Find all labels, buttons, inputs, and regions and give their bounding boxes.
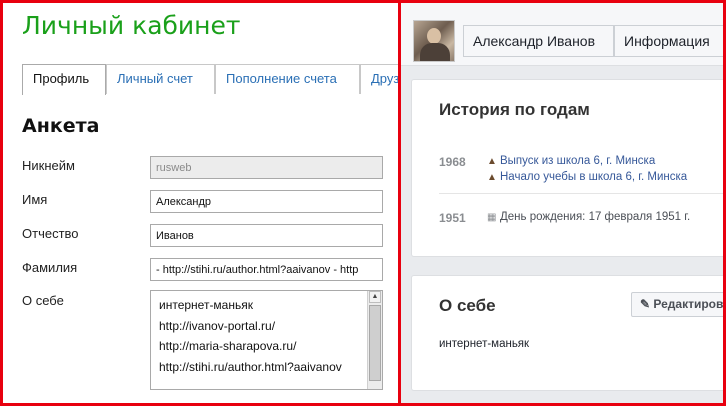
history-event-link[interactable]: ▲ Начало учебы в школа 6, г. Минска <box>487 171 687 183</box>
info-button[interactable]: Информация <box>614 25 723 57</box>
last-name-field[interactable] <box>150 258 383 281</box>
year-label: 1968 <box>439 155 466 169</box>
edit-button[interactable]: ✎ Редактиров <box>631 292 724 317</box>
about-scrollbar[interactable]: ▲ <box>367 291 382 389</box>
history-title: История по годам <box>439 100 590 119</box>
event-text: Выпуск из школа 6, г. Минска <box>500 155 656 167</box>
nickname-field[interactable] <box>150 156 383 179</box>
history-event-link[interactable]: ▲ Выпуск из школа 6, г. Минска <box>487 155 655 167</box>
about-line: интернет-маньяк <box>159 298 253 312</box>
patronymic-field[interactable] <box>150 224 383 247</box>
profile-name-button[interactable]: Александр Иванов <box>463 25 614 57</box>
profile-cabinet-panel: Личный кабинет Профиль Личный счет Попол… <box>0 0 401 406</box>
graduation-cap-icon: ▲ <box>487 172 497 183</box>
history-event: ▦ День рождения: 17 февраля 1951 г. <box>487 211 690 223</box>
first-name-field[interactable] <box>150 190 383 213</box>
about-textarea[interactable]: интернет-маньяк http://ivanov-portal.ru/… <box>150 290 383 390</box>
avatar[interactable] <box>413 20 455 62</box>
about-line: http://stihi.ru/author.html?aaivanov <box>159 359 342 374</box>
avatar-body <box>420 43 450 61</box>
avatar-face <box>427 28 441 44</box>
profile-header: Александр Иванов Информация <box>401 3 723 66</box>
social-profile-panel: Александр Иванов Информация История по г… <box>398 0 726 406</box>
pencil-icon: ✎ <box>640 297 651 311</box>
last-name-label: Фамилия <box>22 260 78 275</box>
graduation-cap-icon: ▲ <box>487 156 497 167</box>
profile-tabs: Профиль Личный счет Пополнение счета Дру… <box>22 64 398 95</box>
about-text: интернет-маньяк <box>439 338 530 350</box>
page-title: Личный кабинет <box>22 11 241 40</box>
nickname-label: Никнейм <box>22 158 75 173</box>
about-line: http://ivanov-portal.ru/ <box>159 318 276 333</box>
section-title: Анкета <box>22 115 100 137</box>
about-label: О себе <box>22 293 64 308</box>
history-card: История по годам 1968 ▲ Выпуск из школа 6… <box>411 79 723 257</box>
about-textarea-content: интернет-маньяк http://ivanov-portal.ru/… <box>159 295 362 377</box>
tab-personal-account[interactable]: Личный счет <box>106 64 215 94</box>
scroll-up-arrow-icon[interactable]: ▲ <box>369 291 381 303</box>
tab-top-up-account[interactable]: Пополнение счета <box>215 64 360 94</box>
patronymic-label: Отчество <box>22 226 79 241</box>
edit-button-label: Редактиров <box>653 297 724 311</box>
tab-friends[interactable]: Друз <box>360 64 398 94</box>
about-card: О себе ✎ Редактиров интернет-маньяк <box>411 275 724 391</box>
tab-profile[interactable]: Профиль <box>22 64 106 95</box>
about-line: http://maria-sharapova.ru/ <box>159 339 297 353</box>
event-text: День рождения: 17 февраля 1951 г. <box>500 211 691 223</box>
first-name-label: Имя <box>22 192 48 207</box>
about-title: О себе <box>439 296 496 315</box>
calendar-icon: ▦ <box>487 212 497 223</box>
year-label: 1951 <box>439 211 466 225</box>
history-divider <box>439 193 723 194</box>
scroll-thumb[interactable] <box>369 305 381 381</box>
event-text: Начало учебы в школа 6, г. Минска <box>500 171 688 183</box>
